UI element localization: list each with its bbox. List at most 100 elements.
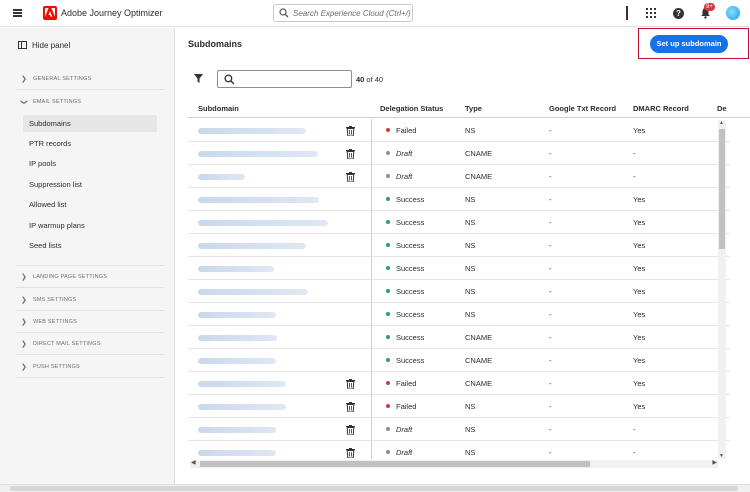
subdomain-name-redacted[interactable] <box>198 358 276 364</box>
subdomain-name-redacted[interactable] <box>198 174 245 180</box>
sidebar-item-suppression-list[interactable]: Suppression list <box>23 176 157 193</box>
subdomain-name-redacted[interactable] <box>198 312 276 318</box>
dmarc-cell: Yes <box>633 126 646 135</box>
adobe-logo-icon[interactable] <box>43 6 57 20</box>
subdomain-name-redacted[interactable] <box>198 151 318 157</box>
subdomain-name-redacted[interactable] <box>198 450 276 456</box>
table-row[interactable]: Failed NS - Yes <box>188 395 730 418</box>
trash-icon[interactable] <box>346 425 355 435</box>
table-search-input[interactable] <box>217 70 352 88</box>
type-cell: NS <box>465 218 476 227</box>
delegation-status-cell: Failed <box>386 395 416 418</box>
trash-icon[interactable] <box>346 402 355 412</box>
table-row[interactable]: Success NS - Yes <box>188 188 730 211</box>
menu-icon[interactable] <box>13 9 22 17</box>
dmarc-cell: - <box>633 172 636 181</box>
column-divider <box>371 188 372 211</box>
subdomain-name-redacted[interactable] <box>198 427 276 433</box>
table-row[interactable]: Draft CNAME - - <box>188 165 730 188</box>
scrollbar-thumb[interactable] <box>10 486 738 491</box>
google-cell: - <box>549 356 552 365</box>
subdomain-name-redacted[interactable] <box>198 197 319 203</box>
table-row[interactable]: Success NS - Yes <box>188 303 730 326</box>
trash-icon[interactable] <box>346 448 355 458</box>
avatar[interactable] <box>726 6 740 20</box>
type-cell: NS <box>465 448 476 457</box>
section-direct-mail-settings[interactable]: ❯ DIRECT MAIL SETTINGS <box>16 333 164 355</box>
google-cell: - <box>549 172 552 181</box>
result-count-suffix: of 40 <box>364 75 384 84</box>
sidebar-item-seed-lists[interactable]: Seed lists <box>23 237 157 254</box>
table-row[interactable]: Draft CNAME - - <box>188 142 730 165</box>
scroll-left-icon[interactable]: ◀ <box>191 459 196 466</box>
help-icon[interactable]: ? <box>673 8 684 19</box>
trash-icon[interactable] <box>346 149 355 159</box>
column-header-dmarc-record[interactable]: DMARC Record <box>633 104 689 113</box>
section-sms-settings[interactable]: ❯ SMS SETTINGS <box>16 289 164 311</box>
scroll-right-icon[interactable]: ▶ <box>712 459 717 466</box>
section-landing-page-settings[interactable]: ❯ LANDING PAGE SETTINGS <box>16 266 164 288</box>
table-row[interactable]: Success NS - Yes <box>188 280 730 303</box>
subdomain-name-redacted[interactable] <box>198 243 306 249</box>
sidebar-item-allowed-list[interactable]: Allowed list <box>23 196 157 213</box>
column-header-subdomain[interactable]: Subdomain <box>198 104 239 113</box>
sidebar-item-ip-pools[interactable]: IP pools <box>23 155 157 172</box>
column-header-google-txt-record[interactable]: Google Txt Record <box>549 104 616 113</box>
apps-grid-icon[interactable] <box>646 8 656 18</box>
subdomain-name-redacted[interactable] <box>198 128 306 134</box>
subdomain-name-redacted[interactable] <box>198 335 277 341</box>
subdomain-name-redacted[interactable] <box>198 404 286 410</box>
section-web-settings[interactable]: ❯ WEB SETTINGS <box>16 311 164 333</box>
sidebar: Hide panel ❯ GENERAL SETTINGS ❯ EMAIL SE… <box>0 28 175 484</box>
sidebar-item-ip-warmup-plans[interactable]: IP warmup plans <box>23 217 157 234</box>
trash-icon[interactable] <box>346 379 355 389</box>
global-search-input[interactable] <box>293 6 411 20</box>
horizontal-scrollbar[interactable]: ◀ ▶ <box>190 460 718 468</box>
column-header-delegation-status[interactable]: Delegation Status <box>380 104 443 113</box>
subdomain-name-redacted[interactable] <box>198 266 274 272</box>
page-horizontal-scrollbar[interactable] <box>0 484 750 492</box>
column-divider <box>371 142 372 165</box>
set-up-subdomain-button[interactable]: Set up subdomain <box>650 35 728 53</box>
status-label: Failed <box>396 402 417 411</box>
column-header-type[interactable]: Type <box>465 104 482 113</box>
scrollbar-thumb[interactable] <box>719 129 725 249</box>
google-cell: - <box>549 241 552 250</box>
status-label: Success <box>396 241 425 250</box>
table-row[interactable]: Success CNAME - Yes <box>188 349 730 372</box>
scrollbar-thumb[interactable] <box>200 461 590 467</box>
table-row[interactable]: Failed NS - Yes <box>188 119 730 142</box>
app-title[interactable]: Adobe Journey Optimizer <box>61 8 163 18</box>
sidebar-item-ptr-records[interactable]: PTR records <box>23 135 157 152</box>
scroll-down-icon[interactable]: ▼ <box>719 453 724 459</box>
column-divider <box>371 326 372 349</box>
table-row[interactable]: Success NS - Yes <box>188 211 730 234</box>
type-cell: NS <box>465 241 476 250</box>
subdomain-name-redacted[interactable] <box>198 289 308 295</box>
section-email-settings[interactable]: ❯ EMAIL SETTINGS <box>16 91 164 113</box>
table-row[interactable]: Success NS - Yes <box>188 257 730 280</box>
table-row[interactable]: Draft NS - - <box>188 418 730 441</box>
scroll-up-icon[interactable]: ▲ <box>719 120 724 126</box>
table-row[interactable]: Draft NS - - <box>188 441 730 459</box>
notification-badge: 9+ <box>704 3 715 11</box>
dmarc-cell: Yes <box>633 333 646 342</box>
column-divider <box>371 395 372 418</box>
status-dot-icon <box>386 404 390 409</box>
section-general-settings[interactable]: ❯ GENERAL SETTINGS <box>16 68 164 90</box>
table-row[interactable]: Success CNAME - Yes <box>188 326 730 349</box>
sidebar-item-subdomains[interactable]: Subdomains <box>23 115 157 132</box>
trash-icon[interactable] <box>346 172 355 182</box>
subdomain-name-redacted[interactable] <box>198 220 328 226</box>
table-row[interactable]: Failed CNAME - Yes <box>188 372 730 395</box>
column-header-de[interactable]: De <box>717 104 727 113</box>
global-search[interactable] <box>273 4 413 22</box>
status-dot-icon <box>386 289 390 294</box>
subdomain-name-redacted[interactable] <box>198 381 286 387</box>
filter-icon[interactable] <box>194 74 203 83</box>
section-push-settings[interactable]: ❯ PUSH SETTINGS <box>16 356 164 378</box>
table-row[interactable]: Success NS - Yes <box>188 234 730 257</box>
vertical-scrollbar[interactable]: ▲ ▼ <box>718 120 726 459</box>
trash-icon[interactable] <box>346 126 355 136</box>
column-divider <box>371 349 372 372</box>
